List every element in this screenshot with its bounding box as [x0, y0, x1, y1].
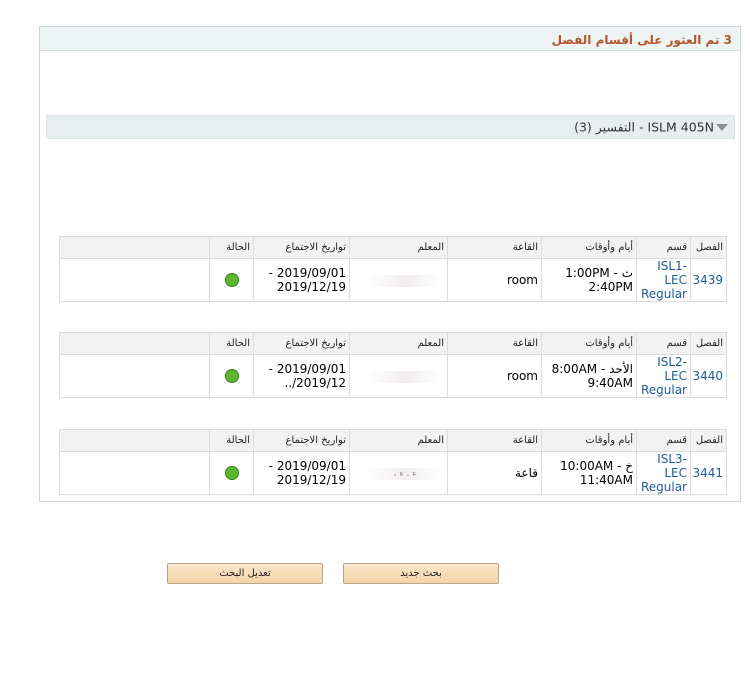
- redacted-instructor: ء . ء ،: [366, 467, 444, 480]
- header-instructor: المعلم: [349, 236, 448, 259]
- header-days-times: أيام وأوقات: [541, 429, 637, 452]
- header-class: الفصل: [690, 236, 727, 259]
- days-times-cell: ث - 1:00PM 2:40PM: [541, 258, 637, 302]
- header-meeting-dates: تواريخ الاجتماع: [253, 236, 350, 259]
- header-class: الفصل: [690, 332, 727, 355]
- header-section: قسم: [636, 332, 691, 355]
- instructor-cell: [349, 258, 448, 302]
- empty-cell: [59, 451, 210, 495]
- room-cell: room: [447, 354, 542, 398]
- status-cell: [209, 354, 254, 398]
- status-cell: [209, 451, 254, 495]
- header-status: الحالة: [209, 429, 254, 452]
- empty-cell: [59, 258, 210, 302]
- header-empty: [59, 429, 210, 452]
- results-header: 3 تم العثور على أقسام الفصل: [40, 27, 740, 51]
- section-table-3: الفصل قسم أيام وأوقات القاعة المعلم توار…: [59, 429, 727, 495]
- status-open-icon: [224, 273, 239, 288]
- room-cell: room: [447, 258, 542, 302]
- table-header-row: الفصل قسم أيام وأوقات القاعة المعلم توار…: [59, 429, 727, 452]
- header-section: قسم: [636, 429, 691, 452]
- class-number-link[interactable]: 3439: [690, 258, 727, 302]
- header-status: الحالة: [209, 236, 254, 259]
- header-room: القاعة: [447, 236, 542, 259]
- meeting-dates-cell: 2019/09/01 -2019/12/19: [253, 258, 350, 302]
- status-cell: [209, 258, 254, 302]
- header-instructor: المعلم: [349, 332, 448, 355]
- header-empty: [59, 332, 210, 355]
- days-times-cell: خ - 10:00AM 11:40AM: [541, 451, 637, 495]
- header-days-times: أيام وأوقات: [541, 236, 637, 259]
- table-row: 3441 ISL3-LEC Regular خ - 10:00AM 11:40AM …: [59, 451, 727, 495]
- section-table-1: الفصل قسم أيام وأوقات القاعة المعلم توار…: [59, 236, 727, 302]
- header-days-times: أيام وأوقات: [541, 332, 637, 355]
- status-open-icon: [224, 466, 239, 481]
- section-cell: ISL2-LEC Regular: [636, 354, 691, 398]
- table-row: 3440 ISL2-LEC Regular الأحد - 8:00AM 9:40A…: [59, 354, 727, 398]
- results-count-title: 3 تم العثور على أقسام الفصل: [551, 33, 732, 47]
- header-room: القاعة: [447, 429, 542, 452]
- days-times-cell: الأحد - 8:00AM 9:40AM: [541, 354, 637, 398]
- meeting-dates-cell: 2019/09/01 -2019/12/..: [253, 354, 350, 398]
- section-cell: ISL3-LEC Regular: [636, 451, 691, 495]
- redacted-instructor: [366, 274, 444, 287]
- search-results-panel: 3 تم العثور على أقسام الفصل ISLM 405N - …: [39, 26, 741, 502]
- course-title: ISLM 405N - التفسير (3): [574, 119, 714, 135]
- header-meeting-dates: تواريخ الاجتماع: [253, 332, 350, 355]
- new-search-button[interactable]: بحث جديد: [343, 563, 499, 584]
- modify-search-button[interactable]: تعديل البحث: [167, 563, 323, 584]
- status-open-icon: [224, 369, 239, 384]
- table-row: 3439 ISL1-LEC Regular ث - 1:00PM 2:40PM ro…: [59, 258, 727, 302]
- table-header-row: الفصل قسم أيام وأوقات القاعة المعلم توار…: [59, 236, 727, 259]
- table-header-row: الفصل قسم أيام وأوقات القاعة المعلم توار…: [59, 332, 727, 355]
- header-status: الحالة: [209, 332, 254, 355]
- room-cell: قاعة: [447, 451, 542, 495]
- instructor-cell: [349, 354, 448, 398]
- course-group-header[interactable]: ISLM 405N - التفسير (3): [46, 115, 735, 139]
- class-number-link[interactable]: 3441: [690, 451, 727, 495]
- class-number-link[interactable]: 3440: [690, 354, 727, 398]
- empty-cell: [59, 354, 210, 398]
- instructor-cell: ء . ء ،: [349, 451, 448, 495]
- header-section: قسم: [636, 236, 691, 259]
- collapse-triangle-icon[interactable]: [716, 124, 728, 131]
- section-table-2: الفصل قسم أيام وأوقات القاعة المعلم توار…: [59, 332, 727, 398]
- meeting-dates-cell: 2019/09/01 -2019/12/19: [253, 451, 350, 495]
- redacted-instructor: [366, 370, 444, 383]
- section-cell: ISL1-LEC Regular: [636, 258, 691, 302]
- header-room: القاعة: [447, 332, 542, 355]
- header-class: الفصل: [690, 429, 727, 452]
- header-instructor: المعلم: [349, 429, 448, 452]
- header-empty: [59, 236, 210, 259]
- header-meeting-dates: تواريخ الاجتماع: [253, 429, 350, 452]
